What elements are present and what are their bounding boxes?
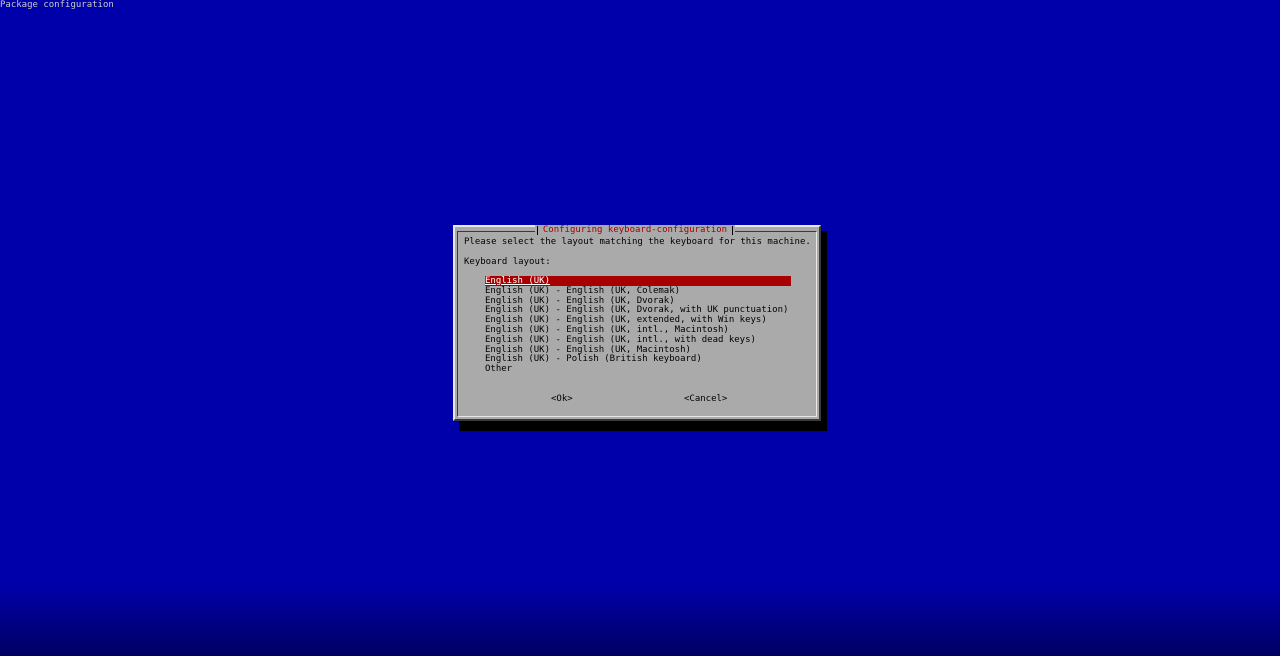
layout-option-8[interactable]: English (UK) - Polish (British keyboard) bbox=[485, 354, 791, 364]
layout-option-6[interactable]: English (UK) - English (UK, intl., with … bbox=[485, 335, 791, 345]
keyboard-config-dialog: Configuring keyboard-configuration Pleas… bbox=[453, 225, 821, 421]
console-screen: Package configuration Configuring keyboa… bbox=[0, 0, 1280, 656]
cancel-button[interactable]: <Cancel> bbox=[684, 394, 727, 404]
keyboard-layout-list[interactable]: English (UK) English (UK) - English (UK,… bbox=[485, 276, 791, 374]
ok-button[interactable]: <Ok> bbox=[551, 394, 573, 404]
layout-option-3[interactable]: English (UK) - English (UK, Dvorak, with… bbox=[485, 305, 791, 315]
layout-option-0[interactable]: English (UK) bbox=[485, 276, 791, 286]
dialog-title: Configuring keyboard-configuration bbox=[535, 225, 735, 235]
layout-option-2[interactable]: English (UK) - English (UK, Dvorak) bbox=[485, 296, 791, 306]
layout-option-4[interactable]: English (UK) - English (UK, extended, wi… bbox=[485, 315, 791, 325]
screen-vignette bbox=[0, 586, 1280, 656]
layout-option-9[interactable]: Other bbox=[485, 364, 791, 374]
layout-option-7[interactable]: English (UK) - English (UK, Macintosh) bbox=[485, 345, 791, 355]
layout-option-1[interactable]: English (UK) - English (UK, Colemak) bbox=[485, 286, 791, 296]
dialog-prompt: Please select the layout matching the ke… bbox=[464, 237, 811, 247]
layout-option-5[interactable]: English (UK) - English (UK, intl., Macin… bbox=[485, 325, 791, 335]
backtitle: Package configuration bbox=[0, 0, 114, 10]
keyboard-layout-label: Keyboard layout: bbox=[464, 257, 551, 267]
